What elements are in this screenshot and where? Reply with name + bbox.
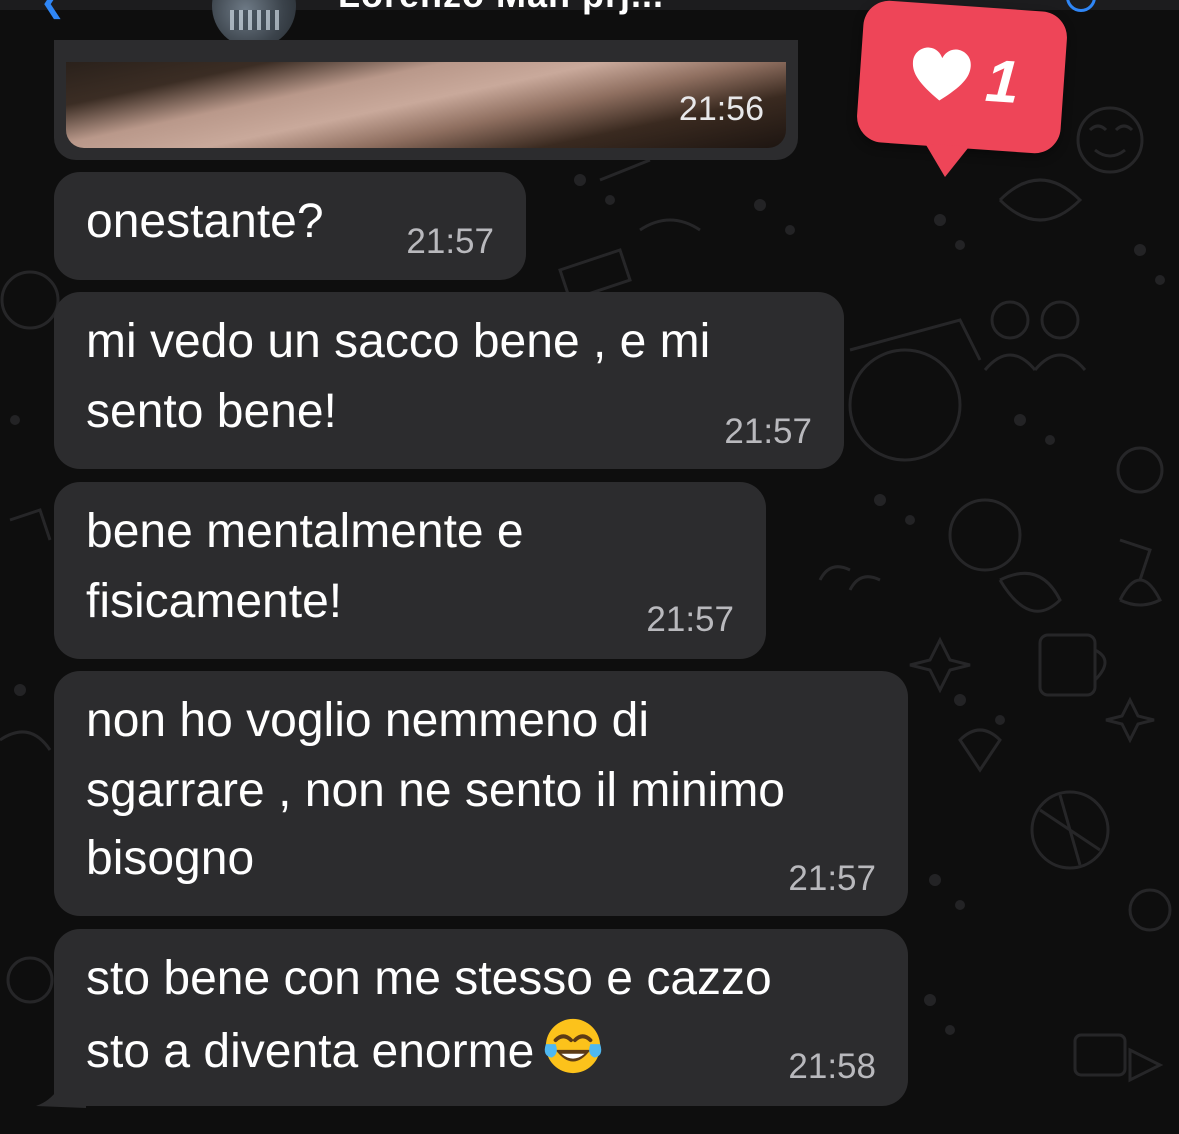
message-text: bene mentalmente e <box>86 505 524 558</box>
message-text: sto a diventa enorme <box>86 1015 604 1086</box>
message-text: non ho voglio nemmeno di <box>86 694 650 747</box>
chevron-left-icon[interactable]: ❮ <box>40 0 70 18</box>
chat-screen: ❮ Lorenzo Man prj... 21:56 onestante? 21… <box>0 0 1179 1134</box>
like-count: 1 <box>983 46 1022 116</box>
message-text: bisogno <box>86 832 255 885</box>
message-time: 21:58 <box>788 1047 876 1086</box>
face-with-tears-of-joy-icon <box>545 1018 602 1074</box>
message-text: sto bene con me stesso e cazzo <box>86 952 772 1005</box>
message-bubble[interactable]: non ho voglio nemmeno di sgarrare , non … <box>54 671 908 916</box>
message-text: sgarrare , non ne sento il minimo <box>86 764 785 817</box>
message-bubble[interactable]: bene mentalmente e fisicamente! 21:57 <box>54 482 766 659</box>
contact-name[interactable]: Lorenzo Man prj... <box>338 0 664 16</box>
message-bubble[interactable]: onestante? 21:57 <box>54 172 526 280</box>
message-text: onestante? <box>86 195 324 248</box>
message-time: 21:57 <box>406 222 494 261</box>
like-notification: 1 <box>855 0 1069 155</box>
message-text-line: sto a diventa enorme <box>86 1025 535 1078</box>
message-text: mi vedo un sacco bene , e mi <box>86 315 711 368</box>
message-bubble[interactable]: sto bene con me stesso e cazzo sto a div… <box>54 929 908 1106</box>
message-time: 21:57 <box>788 859 876 898</box>
message-time: 21:56 <box>678 90 764 128</box>
message-text: fisicamente! <box>86 575 343 628</box>
message-time: 21:57 <box>646 600 734 639</box>
message-time: 21:57 <box>724 412 812 451</box>
heart-icon <box>912 47 971 101</box>
message-text: sento bene! <box>86 385 337 438</box>
image-message[interactable]: 21:56 <box>54 40 798 160</box>
message-bubble[interactable]: mi vedo un sacco bene , e mi sento bene!… <box>54 292 844 469</box>
